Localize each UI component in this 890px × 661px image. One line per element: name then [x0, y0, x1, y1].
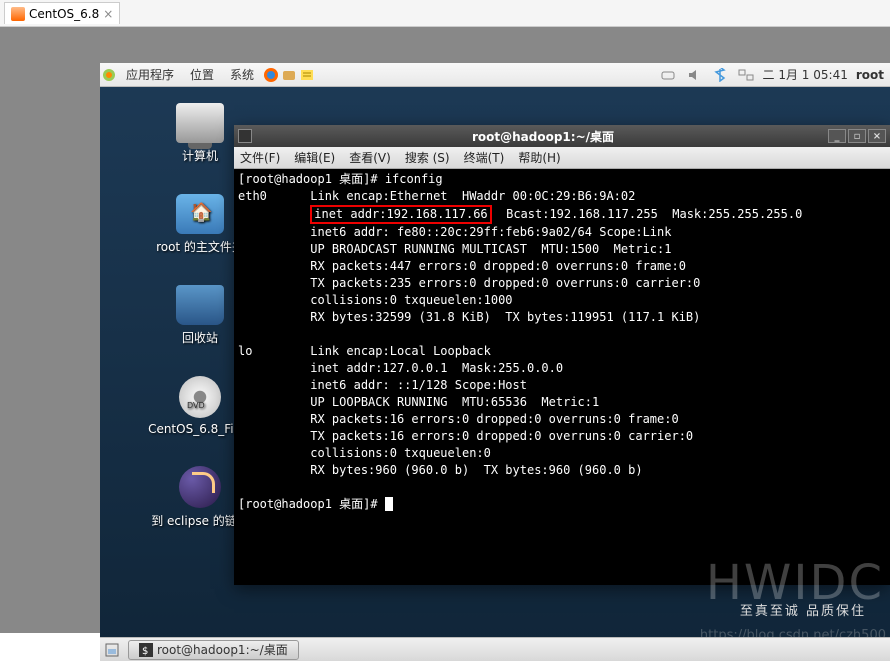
- bottom-panel: $ root@hadoop1:~/桌面: [100, 637, 890, 661]
- svg-text:$: $: [142, 646, 148, 657]
- clock[interactable]: 二 1月 1 05:41: [763, 66, 848, 83]
- menu-help[interactable]: 帮助(H): [518, 149, 560, 166]
- terminal-icon: $: [139, 643, 153, 657]
- centos-logo-icon[interactable]: [100, 66, 118, 84]
- network-icon[interactable]: [737, 66, 755, 84]
- show-desktop-button[interactable]: [100, 643, 124, 657]
- menu-places[interactable]: 位置: [182, 66, 222, 83]
- menu-applications[interactable]: 应用程序: [118, 66, 182, 83]
- menu-terminal[interactable]: 终端(T): [464, 149, 505, 166]
- terminal-output[interactable]: [root@hadoop1 桌面]# ifconfig eth0 Link en…: [234, 169, 890, 585]
- home-folder-icon: [176, 194, 224, 234]
- watermark-slogan: 至真至诚 品质保住: [740, 600, 866, 619]
- terminal-menubar: 文件(F) 编辑(E) 查看(V) 搜索 (S) 终端(T) 帮助(H): [234, 147, 890, 169]
- vm-viewport: 应用程序 位置 系统: [0, 27, 890, 633]
- top-panel: 应用程序 位置 系统: [100, 63, 890, 87]
- file-manager-icon[interactable]: [280, 66, 298, 84]
- menu-file[interactable]: 文件(F): [240, 149, 280, 166]
- close-button[interactable]: ×: [868, 129, 886, 143]
- cursor: [385, 497, 393, 511]
- trash-icon: [176, 285, 224, 325]
- dvd-icon: [179, 376, 221, 418]
- inet-addr-highlight: inet addr:192.168.117.66: [310, 205, 491, 224]
- vm-tab-label: CentOS_6.8: [29, 7, 99, 21]
- terminal-title: root@hadoop1:~/桌面: [258, 128, 828, 145]
- eclipse-icon: [179, 466, 221, 508]
- user-menu[interactable]: root: [856, 68, 884, 82]
- vm-icon: [11, 7, 25, 21]
- terminal-titlebar[interactable]: root@hadoop1:~/桌面 _ ▫ ×: [234, 125, 890, 147]
- desktop[interactable]: 应用程序 位置 系统: [100, 63, 890, 661]
- minimize-button[interactable]: _: [828, 129, 846, 143]
- vm-tab-bar: CentOS_6.8 ×: [0, 0, 890, 27]
- bluetooth-icon[interactable]: [711, 66, 729, 84]
- menu-edit[interactable]: 编辑(E): [294, 149, 335, 166]
- maximize-button[interactable]: ▫: [848, 129, 866, 143]
- notes-icon[interactable]: [298, 66, 316, 84]
- icon-label: root 的主文件夹: [156, 238, 244, 255]
- firefox-icon[interactable]: [262, 66, 280, 84]
- terminal-icon: [238, 129, 252, 143]
- icon-label: 计算机: [182, 147, 218, 164]
- menu-search[interactable]: 搜索 (S): [405, 149, 450, 166]
- taskbar-item-label: root@hadoop1:~/桌面: [157, 641, 288, 658]
- volume-icon[interactable]: [685, 66, 703, 84]
- disk-icon[interactable]: [659, 66, 677, 84]
- vm-tab[interactable]: CentOS_6.8 ×: [4, 2, 120, 24]
- close-icon[interactable]: ×: [103, 7, 113, 21]
- taskbar-item-terminal[interactable]: $ root@hadoop1:~/桌面: [128, 640, 299, 660]
- menu-view[interactable]: 查看(V): [349, 149, 391, 166]
- icon-label: 回收站: [182, 329, 218, 346]
- computer-icon: [176, 103, 224, 143]
- terminal-window: root@hadoop1:~/桌面 _ ▫ × 文件(F) 编辑(E) 查看(V…: [234, 125, 890, 585]
- menu-system[interactable]: 系统: [222, 66, 262, 83]
